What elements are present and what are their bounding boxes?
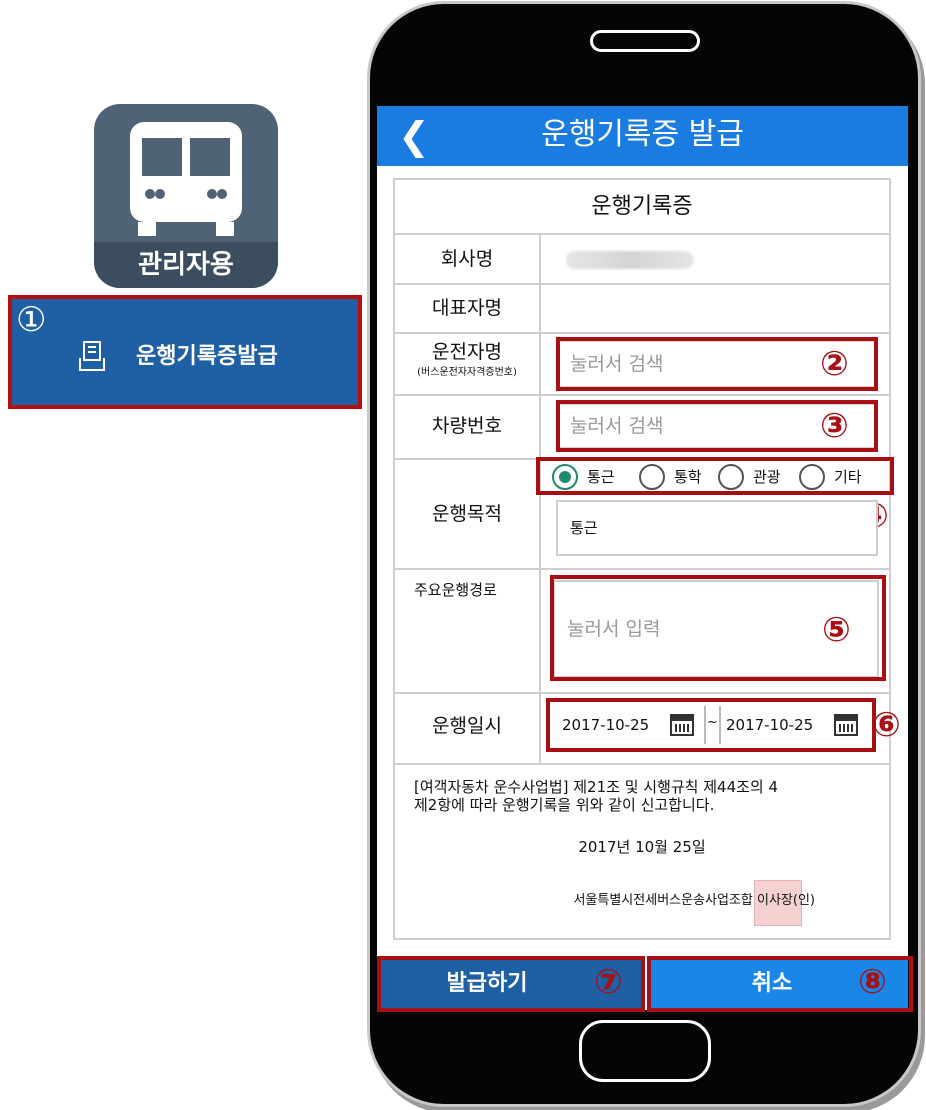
radio-school[interactable] (639, 464, 665, 490)
divider (395, 394, 889, 396)
date-label: 운행일시 (432, 715, 502, 737)
certificate-title: 운행기록증 (591, 194, 693, 219)
radio-commute-label: 통근 (587, 468, 615, 486)
route-label: 주요운행경로 (414, 581, 497, 599)
date-separator: ~ (707, 715, 718, 730)
divider (395, 332, 889, 334)
bus-icon (130, 122, 242, 236)
radio-other[interactable] (799, 464, 825, 490)
notice-signature: 서울특별시전세버스운송사업조합 이사장(인) (573, 893, 815, 908)
divider (395, 763, 889, 765)
divider (395, 233, 889, 235)
purpose-label: 운행목적 (432, 503, 502, 525)
driver-sublabel: (버스운전자자격증번호) (417, 367, 517, 378)
radio-school-label: 통학 (674, 468, 702, 486)
callout-5: ⑤ (822, 610, 851, 650)
radio-commute[interactable] (552, 464, 578, 490)
divider (395, 568, 889, 570)
notice-date: 2017년 10월 25일 (578, 838, 706, 856)
driver-label: 운전자명 (432, 341, 502, 363)
purpose-textarea[interactable]: 통근 (556, 500, 878, 556)
divider (704, 706, 706, 744)
certificate-icon (79, 341, 105, 371)
header-title: 운행기록증 발급 (541, 117, 744, 152)
phone-home-button[interactable] (579, 1020, 711, 1082)
app-icon-label: 관리자용 (94, 242, 278, 288)
certificate-form (393, 178, 891, 940)
divider (539, 234, 541, 763)
menu-item-label: 운행기록증발급 (136, 344, 278, 369)
callout-3: ③ (820, 406, 849, 446)
callout-6: ⑥ (872, 705, 901, 745)
vehicle-label: 차량번호 (432, 415, 502, 437)
callout-7: ⑦ (594, 962, 623, 1002)
divider (395, 283, 889, 285)
notice-line-2: 제2항에 따라 운행기록을 위와 같이 신고합니다. (414, 796, 715, 814)
divider (395, 692, 889, 694)
calendar-icon[interactable] (670, 714, 694, 736)
notice-line-1: [여객자동차 운수사업법] 제21조 및 시행규칙 제44조의 4 (414, 778, 779, 796)
radio-tour[interactable] (718, 464, 744, 490)
company-label: 회사명 (440, 248, 494, 270)
date-to[interactable]: 2017-10-25 (726, 708, 813, 742)
callout-1: ① (16, 300, 47, 340)
radio-tour-label: 관광 (753, 468, 781, 486)
radio-other-label: 기타 (834, 468, 862, 486)
divider (719, 706, 721, 744)
callout-2: ② (820, 344, 849, 384)
admin-app-icon[interactable]: 관리자용 (94, 104, 278, 288)
company-value-blurred (566, 251, 694, 269)
phone-speaker (590, 30, 700, 52)
date-from[interactable]: 2017-10-25 (562, 708, 649, 742)
callout-8: ⑧ (858, 962, 887, 1002)
representative-label: 대표자명 (432, 297, 502, 319)
calendar-icon[interactable] (834, 714, 858, 736)
